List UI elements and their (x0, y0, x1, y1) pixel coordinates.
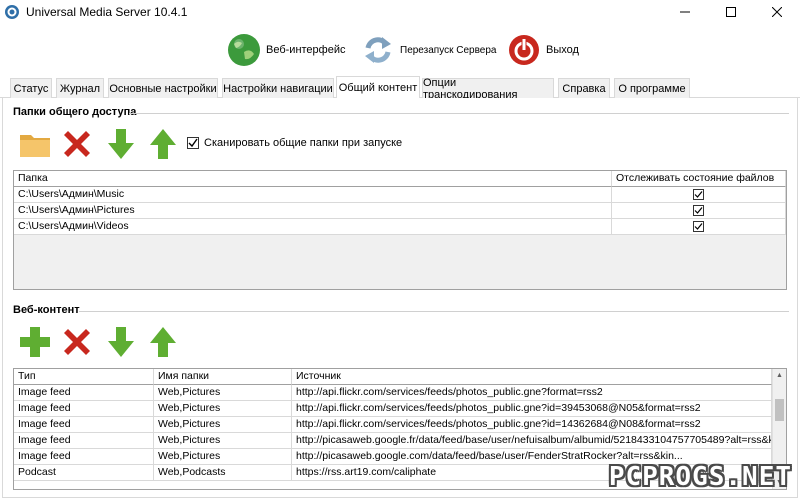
tab-transcoding-options[interactable]: Опции транскодирования (422, 77, 554, 101)
source-cell: http://api.flickr.com/services/feeds/pho… (292, 417, 772, 433)
window-title: Universal Media Server 10.4.1 (26, 5, 188, 19)
delete-icon (64, 131, 90, 157)
column-header-folder-name[interactable]: Имя папки (154, 369, 292, 385)
folder-name-cell: Web,Pictures (154, 401, 292, 417)
tab-shared-content[interactable]: Общий контент (336, 76, 420, 99)
move-web-content-up-button[interactable] (145, 324, 181, 360)
section-divider (79, 311, 789, 312)
restart-server-label: Перезапуск Сервера (400, 44, 497, 56)
table-row[interactable]: Image feed Web,Pictures http://picasaweb… (14, 433, 772, 449)
checked-box-icon (693, 205, 704, 216)
folder-name-cell: Web,Pictures (154, 385, 292, 401)
tab-general-settings[interactable]: Основные настройки (108, 78, 218, 98)
minimize-button[interactable] (662, 0, 708, 24)
ums-icon (5, 5, 19, 19)
move-web-content-down-button[interactable] (103, 324, 139, 360)
globe-icon (228, 34, 260, 66)
monitor-checkbox[interactable] (612, 219, 786, 235)
web-interface-button[interactable]: Веб-интерфейс (226, 32, 345, 68)
table-row[interactable]: C:\Users\Админ\Videos (14, 219, 786, 235)
type-cell: Image feed (14, 449, 154, 465)
add-web-content-button[interactable] (17, 324, 53, 360)
shared-content-panel: Папки общего доступа Сканировать общие п… (2, 98, 798, 498)
web-interface-label: Веб-интерфейс (266, 44, 346, 56)
checked-box-icon (693, 189, 704, 200)
table-row[interactable]: C:\Users\Админ\Pictures (14, 203, 786, 219)
watermark: PCPROGS.NET (608, 462, 792, 492)
maximize-icon (726, 7, 736, 17)
folder-path: C:\Users\Админ\Pictures (14, 203, 612, 219)
column-header-source[interactable]: Источник (292, 369, 772, 385)
close-button[interactable] (754, 0, 800, 24)
shared-folders-table: Папка Отслеживать состояние файлов C:\Us… (13, 170, 787, 290)
type-cell: Image feed (14, 433, 154, 449)
remove-folder-button[interactable] (59, 126, 95, 162)
remove-web-content-button[interactable] (59, 324, 95, 360)
main-toolbar: Веб-интерфейс Перезапуск Сервера Выход (0, 24, 800, 74)
type-cell: Image feed (14, 385, 154, 401)
shared-folders-title: Папки общего доступа (13, 106, 137, 118)
folder-name-cell: Web,Pictures (154, 417, 292, 433)
tab-navigation-settings[interactable]: Настройки навигации (222, 78, 334, 98)
table-header: Тип Имя папки Источник (14, 369, 772, 385)
source-cell: http://api.flickr.com/services/feeds/pho… (292, 401, 772, 417)
monitor-checkbox[interactable] (612, 203, 786, 219)
table-row[interactable]: Image feed Web,Pictures http://api.flick… (14, 417, 772, 433)
monitor-checkbox[interactable] (612, 187, 786, 203)
scroll-up-arrow-icon[interactable]: ▲ (773, 369, 786, 382)
restart-server-button[interactable]: Перезапуск Сервера (360, 32, 496, 68)
source-cell: http://picasaweb.google.fr/data/feed/bas… (292, 433, 772, 449)
scan-on-startup-checkbox[interactable]: Сканировать общие папки при запуске (187, 137, 402, 149)
maximize-button[interactable] (708, 0, 754, 24)
arrow-down-icon (108, 129, 134, 159)
arrow-down-icon (108, 327, 134, 357)
check-icon (188, 138, 198, 148)
power-icon (509, 35, 539, 65)
folder-path: C:\Users\Админ\Videos (14, 219, 612, 235)
table-row[interactable]: Image feed Web,Pictures http://api.flick… (14, 385, 772, 401)
scrollbar-thumb[interactable] (775, 399, 784, 421)
add-folder-button[interactable] (17, 126, 53, 162)
title-bar: Universal Media Server 10.4.1 (0, 0, 800, 24)
scan-on-startup-label: Сканировать общие папки при запуске (204, 137, 403, 149)
table-row[interactable]: C:\Users\Админ\Music (14, 187, 786, 203)
folder-icon (20, 135, 50, 157)
checked-box-icon (693, 221, 704, 232)
delete-icon (64, 329, 90, 355)
exit-button[interactable]: Выход (506, 32, 579, 68)
tab-strip: Статус Журнал Основные настройки Настрой… (0, 76, 800, 101)
type-cell: Image feed (14, 417, 154, 433)
section-divider (129, 113, 789, 114)
folder-name-cell: Web,Pictures (154, 433, 292, 449)
folder-path: C:\Users\Админ\Music (14, 187, 612, 203)
refresh-icon (365, 37, 391, 63)
plus-icon (20, 327, 50, 357)
type-cell: Image feed (14, 401, 154, 417)
column-header-monitor[interactable]: Отслеживать состояние файлов (612, 171, 786, 187)
close-icon (772, 7, 782, 17)
tab-log[interactable]: Журнал (56, 78, 104, 98)
tab-about[interactable]: О программе (614, 78, 690, 98)
type-cell: Podcast (14, 465, 154, 481)
checkbox[interactable] (187, 137, 199, 149)
table-row[interactable]: Image feed Web,Pictures http://api.flick… (14, 401, 772, 417)
exit-label: Выход (546, 44, 579, 56)
web-content-title: Веб-контент (13, 304, 80, 316)
arrow-up-icon (150, 129, 176, 159)
table-header: Папка Отслеживать состояние файлов (14, 171, 786, 187)
arrow-up-icon (150, 327, 176, 357)
source-cell: http://api.flickr.com/services/feeds/pho… (292, 385, 772, 401)
tab-help[interactable]: Справка (558, 78, 610, 98)
folder-name-cell: Web,Podcasts (154, 465, 292, 481)
tab-status[interactable]: Статус (10, 78, 52, 98)
minimize-icon (680, 11, 690, 13)
folder-name-cell: Web,Pictures (154, 449, 292, 465)
move-folder-down-button[interactable] (103, 126, 139, 162)
column-header-type[interactable]: Тип (14, 369, 154, 385)
column-header-folder[interactable]: Папка (14, 171, 612, 187)
move-folder-up-button[interactable] (145, 126, 181, 162)
